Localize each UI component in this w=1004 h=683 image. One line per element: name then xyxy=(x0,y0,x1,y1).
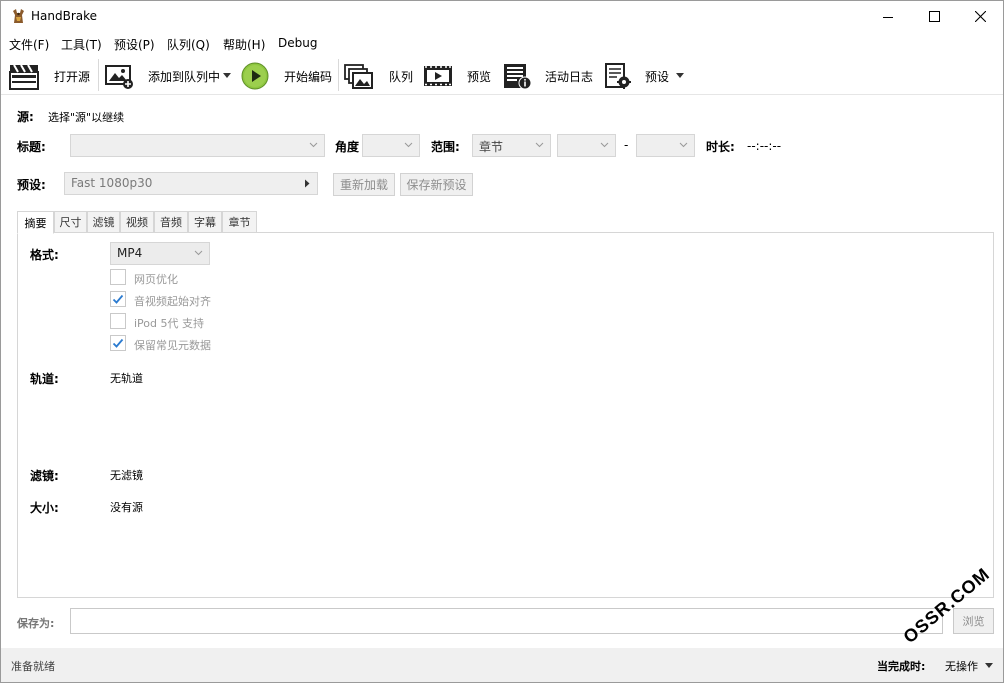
size-value: 没有源 xyxy=(110,501,143,514)
range-type-dropdown[interactable]: 章节 xyxy=(472,134,551,157)
open-source-button[interactable]: 打开源 xyxy=(54,68,90,85)
minimize-icon xyxy=(883,16,893,18)
presets-button[interactable]: 预设 xyxy=(645,68,669,85)
menu-queue[interactable]: 队列(Q) xyxy=(167,36,210,53)
chevron-down-icon[interactable] xyxy=(676,73,684,78)
add-to-queue-button[interactable]: 添加到队列中 xyxy=(148,68,220,85)
range-end-dropdown[interactable] xyxy=(636,134,695,157)
tab-audio[interactable]: 音频 xyxy=(154,211,188,233)
handbrake-window: HandBrake 文件(F) 工具(T) 预设(P) 队列(Q) 帮助(H) … xyxy=(0,0,1004,683)
save-new-preset-button[interactable]: 保存新预设 xyxy=(400,173,473,196)
duration-value: --:--:-- xyxy=(747,139,782,153)
tab-filters[interactable]: 滤镜 xyxy=(87,211,120,233)
save-as-path-input[interactable] xyxy=(70,608,943,634)
toolbar: 打开源 添加到队列中 开始编码 队列 预览 活动日志 预设 xyxy=(1,55,1003,95)
source-label: 源: xyxy=(17,110,34,124)
passthru-metadata-label: 保留常见元数据 xyxy=(134,339,211,352)
when-done-dropdown[interactable]: 无操作 xyxy=(945,658,978,674)
chevron-down-icon xyxy=(535,142,544,148)
align-av-start-label: 音视频起始对齐 xyxy=(134,295,211,308)
when-done-label: 当完成时: xyxy=(877,660,926,673)
menu-presets[interactable]: 预设(P) xyxy=(114,36,155,53)
web-optimized-checkbox[interactable] xyxy=(110,269,126,285)
chevron-down-icon xyxy=(309,142,318,148)
format-value: MP4 xyxy=(117,246,143,260)
checkmark-icon xyxy=(112,338,124,348)
format-label: 格式: xyxy=(30,248,59,262)
preset-value: Fast 1080p30 xyxy=(71,176,153,190)
status-text: 准备就绪 xyxy=(11,660,55,673)
menu-bar: 文件(F) 工具(T) 预设(P) 队列(Q) 帮助(H) Debug xyxy=(1,33,1003,55)
toolbar-separator xyxy=(338,59,339,91)
queue-button[interactable]: 队列 xyxy=(389,68,413,85)
queue-icon[interactable] xyxy=(344,62,374,90)
add-to-queue-icon[interactable] xyxy=(104,62,134,90)
duration-label: 时长: xyxy=(706,140,735,154)
preview-button[interactable]: 预览 xyxy=(467,68,491,85)
toolbar-separator xyxy=(98,59,99,91)
title-bar: HandBrake xyxy=(1,1,1003,32)
tab-summary[interactable]: 摘要 xyxy=(17,211,54,234)
preset-settings-icon[interactable] xyxy=(603,62,633,90)
menu-tools[interactable]: 工具(T) xyxy=(61,36,102,53)
tab-chapters[interactable]: 章节 xyxy=(222,211,257,233)
menu-debug[interactable]: Debug xyxy=(278,36,317,50)
tracks-value: 无轨道 xyxy=(110,372,143,385)
range-dash: - xyxy=(624,138,629,152)
preset-selector[interactable]: Fast 1080p30 xyxy=(64,172,318,195)
range-type-value: 章节 xyxy=(479,140,504,154)
activity-log-button[interactable]: 活动日志 xyxy=(545,68,593,85)
chevron-down-icon[interactable] xyxy=(985,663,993,668)
close-icon xyxy=(974,11,986,22)
source-value: 选择"源"以继续 xyxy=(48,111,125,124)
angle-dropdown[interactable] xyxy=(362,134,420,157)
activity-log-icon[interactable] xyxy=(502,62,532,90)
minimize-button[interactable] xyxy=(865,1,911,32)
clapperboard-icon[interactable] xyxy=(9,62,39,90)
menu-help[interactable]: 帮助(H) xyxy=(223,36,265,53)
play-icon[interactable] xyxy=(240,62,270,90)
chevron-down-icon xyxy=(600,142,609,148)
reload-preset-button[interactable]: 重新加载 xyxy=(333,173,395,196)
web-optimized-label: 网页优化 xyxy=(134,273,178,286)
menu-file[interactable]: 文件(F) xyxy=(9,36,49,53)
save-as-label: 保存为: xyxy=(17,617,55,630)
ipod-support-label: iPod 5代 支持 xyxy=(134,317,205,330)
chevron-right-icon xyxy=(305,179,310,188)
chevron-down-icon xyxy=(679,142,688,148)
title-label: 标题: xyxy=(17,140,46,154)
tab-subtitles[interactable]: 字幕 xyxy=(188,211,222,233)
ipod-support-checkbox[interactable] xyxy=(110,313,126,329)
range-label: 范围: xyxy=(431,140,460,154)
chevron-down-icon xyxy=(404,142,413,148)
handbrake-logo-icon xyxy=(13,9,24,23)
window-title: HandBrake xyxy=(31,9,98,23)
start-encode-button[interactable]: 开始编码 xyxy=(284,68,332,85)
status-bar: 准备就绪 当完成时: 无操作 xyxy=(1,648,1003,682)
film-preview-icon[interactable] xyxy=(423,62,453,90)
passthru-metadata-checkbox[interactable] xyxy=(110,335,126,351)
checkmark-icon xyxy=(112,294,124,304)
tab-video[interactable]: 视频 xyxy=(120,211,154,233)
chevron-down-icon xyxy=(194,250,203,256)
range-start-dropdown[interactable] xyxy=(557,134,616,157)
align-av-start-checkbox[interactable] xyxy=(110,291,126,307)
browse-button[interactable]: 浏览 xyxy=(953,608,994,634)
filters-value: 无滤镜 xyxy=(110,469,143,482)
tracks-label: 轨道: xyxy=(30,372,59,386)
maximize-button[interactable] xyxy=(911,1,957,32)
maximize-icon xyxy=(928,11,940,22)
close-button[interactable] xyxy=(957,1,1003,32)
chevron-down-icon[interactable] xyxy=(223,73,231,78)
title-dropdown[interactable] xyxy=(70,134,325,157)
size-label: 大小: xyxy=(30,501,59,515)
tab-dimensions[interactable]: 尺寸 xyxy=(54,211,87,233)
angle-label: 角度 xyxy=(335,140,360,154)
filters-label: 滤镜: xyxy=(30,469,59,483)
preset-label: 预设: xyxy=(17,178,46,192)
format-dropdown[interactable]: MP4 xyxy=(110,242,210,265)
